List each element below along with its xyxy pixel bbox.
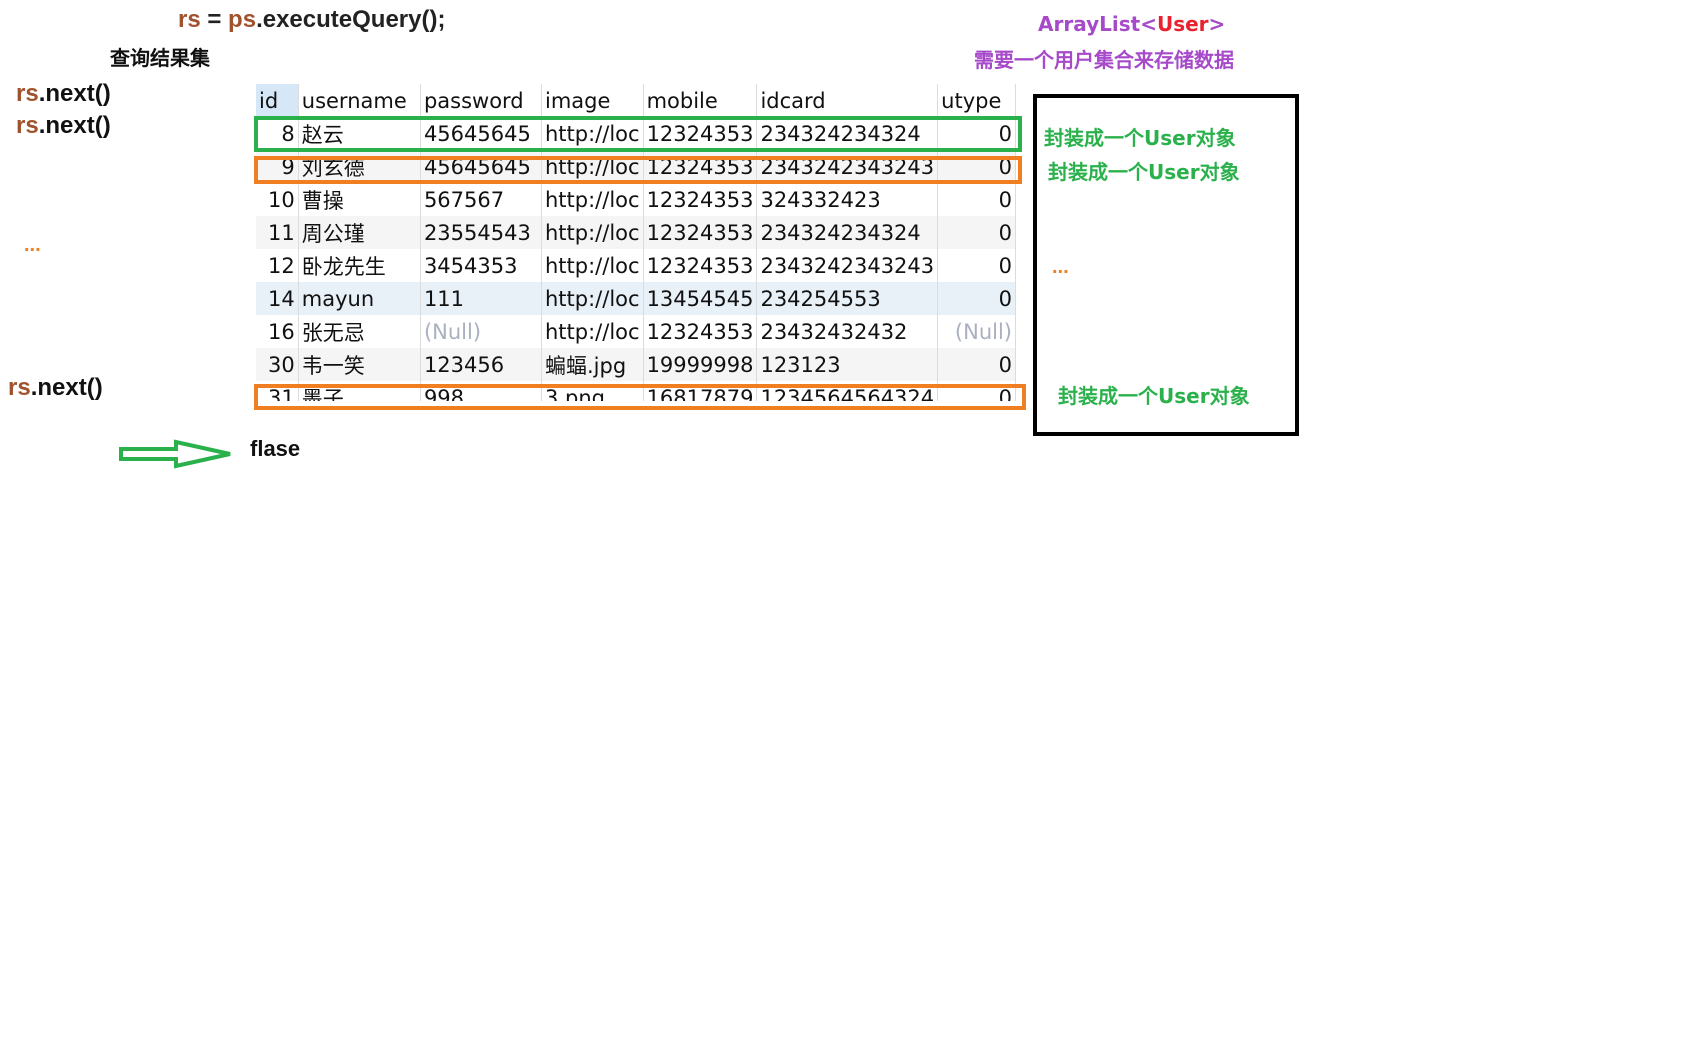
cell-mobile[interactable]: 13454545 (643, 282, 758, 315)
cell-id[interactable]: 16 (256, 315, 299, 348)
cell-mobile[interactable]: 12324353 (643, 249, 758, 282)
cell-password[interactable]: 111 (420, 282, 543, 315)
column-header-utype[interactable]: utype (937, 84, 1016, 117)
cell-idcard[interactable]: 2343242343243 (756, 249, 939, 282)
cell-username[interactable]: 韦一笑 (298, 348, 421, 381)
column-header-mobile[interactable]: mobile (643, 84, 758, 117)
cell-id[interactable]: 12 (256, 249, 299, 282)
cell-idcard[interactable]: 234324234324 (756, 216, 939, 249)
table-row[interactable]: 11 周公瑾 23554543 http://loc 12324353 234324234… (256, 216, 1016, 249)
cell-utype[interactable]: 0 (937, 348, 1016, 381)
cell-id[interactable]: 14 (256, 282, 299, 315)
right-ellipsis: ... (1052, 256, 1069, 278)
cell-idcard[interactable]: 234254553 (756, 282, 939, 315)
cell-id[interactable]: 11 (256, 216, 299, 249)
cell-utype[interactable]: 0 (937, 249, 1016, 282)
cell-password[interactable]: (Null) (420, 315, 543, 348)
ps-variable: ps (228, 6, 257, 33)
column-header-username[interactable]: username (298, 84, 421, 117)
cell-username[interactable]: 周公瑾 (298, 216, 421, 249)
cell-password[interactable]: 3454353 (420, 249, 543, 282)
cell-mobile[interactable]: 12324353 (643, 216, 758, 249)
cell-username[interactable]: 卧龙先生 (298, 249, 421, 282)
rs-variable: rs (178, 6, 201, 33)
cell-image[interactable]: 蝙蝠.jpg (541, 348, 644, 381)
cell-image[interactable]: http://loc (541, 315, 644, 348)
column-header-id[interactable]: id (256, 84, 299, 117)
last-row-highlight (254, 384, 1026, 410)
cell-image[interactable]: http://loc (541, 183, 644, 216)
cell-idcard[interactable]: 123123 (756, 348, 939, 381)
cell-mobile[interactable]: 12324353 (643, 315, 758, 348)
cell-password[interactable]: 23554543 (420, 216, 543, 249)
first-row-highlight (254, 116, 1022, 152)
header-row: id username password image mobile idcard… (256, 84, 1016, 117)
cell-mobile[interactable]: 12324353 (643, 183, 758, 216)
cell-utype[interactable]: 0 (937, 183, 1016, 216)
column-header-image[interactable]: image (541, 84, 644, 117)
execute-query-call: .executeQuery(); (256, 6, 446, 33)
cell-idcard[interactable]: 324332423 (756, 183, 939, 216)
collection-note: 需要一个用户集合来存储数据 (974, 48, 1234, 72)
cell-username[interactable]: 曹操 (298, 183, 421, 216)
wrap-user-object-label-2: 封装成一个User对象 (1048, 160, 1240, 184)
cell-utype[interactable]: 0 (937, 216, 1016, 249)
cell-image[interactable]: http://loc (541, 282, 644, 315)
table-row[interactable]: 14 mayun 111 http://loc 13454545 234254553 0 (256, 282, 1016, 315)
rs-next-call-3: rs.next() (8, 374, 103, 401)
wrap-user-object-label-1: 封装成一个User对象 (1044, 126, 1236, 150)
cell-id[interactable]: 30 (256, 348, 299, 381)
execute-query-code: rs = ps.executeQuery(); (178, 6, 446, 33)
wrap-user-object-label-3: 封装成一个User对象 (1058, 384, 1250, 408)
table-row[interactable]: 16 张无忌 (Null) http://loc 12324353 23432432432… (256, 315, 1016, 348)
false-result-label: flase (250, 436, 301, 461)
cell-username[interactable]: mayun (298, 282, 421, 315)
cell-idcard[interactable]: 23432432432 (756, 315, 939, 348)
left-ellipsis: ... (24, 234, 41, 256)
arraylist-type-label: ArrayList<User> (1038, 12, 1226, 36)
result-set-label: 查询结果集 (110, 46, 210, 70)
cell-utype[interactable]: 0 (937, 282, 1016, 315)
cell-image[interactable]: http://loc (541, 216, 644, 249)
false-arrow-icon (119, 439, 231, 469)
cell-password[interactable]: 123456 (420, 348, 543, 381)
cell-username[interactable]: 张无忌 (298, 315, 421, 348)
second-row-highlight (254, 156, 1022, 184)
cell-image[interactable]: http://loc (541, 249, 644, 282)
cell-mobile[interactable]: 19999998 (643, 348, 758, 381)
rs-next-call-2: rs.next() (16, 112, 111, 139)
column-header-password[interactable]: password (420, 84, 543, 117)
table-row[interactable]: 10 曹操 567567 http://loc 12324353 324332423 0 (256, 183, 1016, 216)
column-header-idcard[interactable]: idcard (756, 84, 939, 117)
cell-utype[interactable]: (Null) (937, 315, 1016, 348)
cell-id[interactable]: 10 (256, 183, 299, 216)
cell-password[interactable]: 567567 (420, 183, 543, 216)
table-row[interactable]: 12 卧龙先生 3454353 http://loc 12324353 234324234… (256, 249, 1016, 282)
rs-next-call-1: rs.next() (16, 80, 111, 107)
table-row[interactable]: 30 韦一笑 123456 蝙蝠.jpg 19999998 123123 0 (256, 348, 1016, 381)
